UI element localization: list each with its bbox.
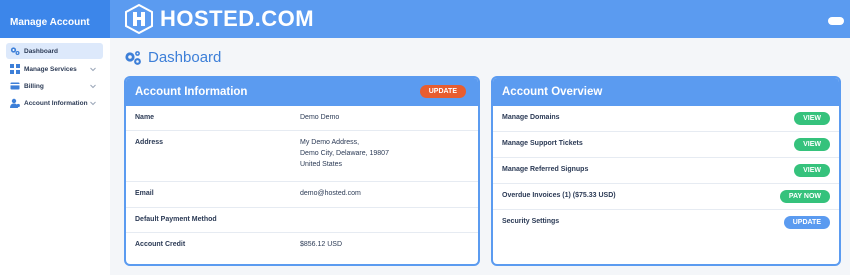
table-row: Manage Domains VIEW <box>493 106 839 132</box>
account-overview-card: Account Overview Manage Domains VIEW Man… <box>491 76 841 266</box>
chevron-down-icon <box>90 101 96 106</box>
chevron-down-icon <box>90 84 96 89</box>
billing-icon <box>10 81 20 91</box>
row-label: Email <box>135 190 154 197</box>
view-tickets-button[interactable]: VIEW <box>794 138 830 151</box>
sidebar-item-billing[interactable]: Billing <box>6 78 103 94</box>
user-icon <box>10 98 20 108</box>
update-security-button[interactable]: UPDATE <box>783 216 830 229</box>
pay-now-button[interactable]: PAY NOW <box>779 190 830 203</box>
row-label: Manage Referred Signups <box>502 166 589 173</box>
card-title: Account Overview <box>502 86 603 98</box>
view-referrals-button[interactable]: VIEW <box>794 164 830 177</box>
row-label: Address <box>135 139 164 146</box>
page-title-text: Dashboard <box>148 49 222 66</box>
manage-account-header: Manage Account <box>0 0 110 38</box>
chevron-down-icon <box>90 67 96 72</box>
sidebar-item-label: Billing <box>24 82 44 90</box>
manage-account-title: Manage Account <box>10 17 90 28</box>
row-label: Manage Domains <box>502 114 560 121</box>
row-label: Name <box>135 114 155 121</box>
card-header: Account Overview <box>493 78 839 106</box>
gears-icon <box>125 50 141 65</box>
update-account-button[interactable]: UPDATE <box>419 85 466 98</box>
row-label: Account Credit <box>135 241 186 248</box>
card-header: Account Information UPDATE <box>126 78 478 106</box>
sidebar-item-label: Manage Services <box>24 65 77 73</box>
account-information-card: Account Information UPDATE Name Demo Dem… <box>124 76 480 266</box>
gears-icon <box>10 46 20 56</box>
row-value: $856.12 USD <box>300 241 343 248</box>
sidebar-item-dashboard[interactable]: Dashboard <box>6 43 103 59</box>
address-line: Demo City, Delaware, 19807 <box>300 150 389 157</box>
services-icon <box>10 64 20 74</box>
hosted-logo[interactable]: HOSTED.COM <box>124 4 314 34</box>
table-row: Default Payment Method <box>126 208 478 233</box>
table-row: Overdue Invoices (1) ($75.33 USD) PAY NO… <box>493 184 839 210</box>
table-row: Manage Referred Signups VIEW <box>493 158 839 184</box>
view-domains-button[interactable]: VIEW <box>794 112 830 125</box>
sidebar: Dashboard Manage Services Billing Accoun… <box>0 38 110 275</box>
row-label: Manage Support Tickets <box>502 140 583 147</box>
table-row: Account Credit $856.12 USD <box>126 233 478 258</box>
address-line: My Demo Address, <box>300 139 360 146</box>
logo-icon <box>125 4 153 34</box>
row-label: Security Settings <box>502 218 560 225</box>
logo-text: HOSTED.COM <box>160 6 315 31</box>
row-label: Default Payment Method <box>135 216 217 223</box>
table-row: Security Settings UPDATE <box>493 210 839 236</box>
row-value: Demo Demo <box>300 114 340 121</box>
top-bar: Manage Account HOSTED.COM <box>0 0 850 38</box>
sidebar-item-label: Dashboard <box>24 47 58 55</box>
window-scroll-indicator <box>828 17 844 25</box>
sidebar-item-label: Account Information <box>24 99 88 107</box>
page-title: Dashboard <box>124 49 221 66</box>
row-value: demo@hosted.com <box>300 190 361 197</box>
table-row: Address My Demo Address, Demo City, Dela… <box>126 131 478 182</box>
table-row: Email demo@hosted.com <box>126 182 478 208</box>
card-title: Account Information <box>135 86 248 98</box>
sidebar-item-account-information[interactable]: Account Information <box>6 95 103 111</box>
sidebar-item-manage-services[interactable]: Manage Services <box>6 61 103 77</box>
address-line: United States <box>300 161 343 168</box>
row-label: Overdue Invoices (1) ($75.33 USD) <box>502 192 616 199</box>
table-row: Name Demo Demo <box>126 106 478 131</box>
table-row: Manage Support Tickets VIEW <box>493 132 839 158</box>
